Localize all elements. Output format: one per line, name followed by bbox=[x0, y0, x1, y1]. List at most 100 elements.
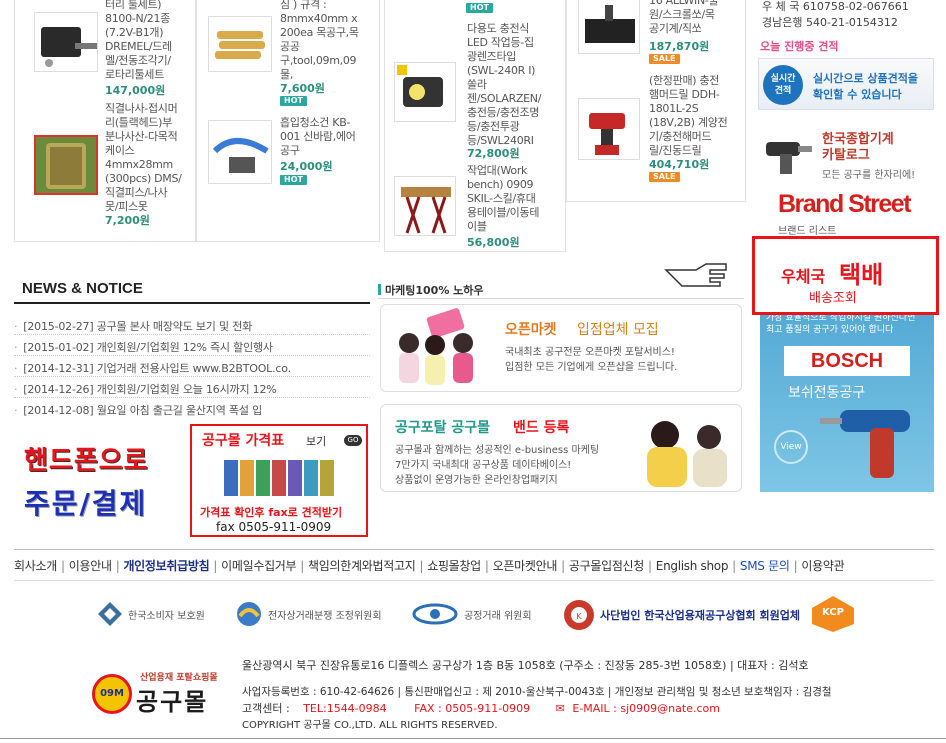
notice-item[interactable]: [2014-12-08] 월요일 아침 출근길 울산지역 폭설 입 bbox=[14, 402, 262, 418]
bosch-banner[interactable]: 가장 효율적으로 작업하시길 원하신다면 최고 품질의 공구가 있어야 합니다 … bbox=[760, 290, 934, 492]
product-image[interactable] bbox=[578, 0, 640, 54]
mobile-order-line2: 주문/결제 bbox=[24, 487, 148, 520]
notice-item[interactable]: [2015-01-02] 개인회원/기업회원 12% 즉시 할인행사 bbox=[14, 339, 273, 355]
cs-label: 고객센터 : bbox=[242, 702, 290, 715]
notice-item[interactable]: [2015-02-27] 공구몰 본사 매장약도 보기 및 전화 bbox=[14, 318, 252, 334]
product-name[interactable]: 16 ALLWIN-줄 원/스크롤쏘/목 공기계/직쏘 bbox=[649, 0, 719, 36]
footer-link-sms[interactable]: SMS 문의 bbox=[740, 557, 790, 574]
footer-link-english[interactable]: English shop bbox=[656, 559, 729, 573]
product-image[interactable] bbox=[34, 135, 98, 195]
bosch-tagline: 가장 효율적으로 작업하시길 원하신다면 최고 품질의 공구가 있어야 합니다 bbox=[766, 313, 916, 335]
footer-link-legal[interactable]: 책임의한계와법적고지 bbox=[308, 557, 416, 574]
footer-link-guide[interactable]: 이용안내 bbox=[69, 557, 112, 574]
org-association-label: 사단법인 한국산업용재공구상협회 회원업체 bbox=[600, 609, 800, 622]
parcel-subtitle: 배송조회 bbox=[809, 291, 857, 306]
product-name[interactable]: 작업대(Work bench) 0909 SKIL-스킬/휴대 용테이블/이동테… bbox=[467, 164, 539, 234]
marketing-title-text: 마케팅100% 노하우 bbox=[385, 284, 484, 297]
product-image[interactable] bbox=[208, 16, 272, 72]
notice-title-underline bbox=[14, 302, 370, 304]
product-image[interactable] bbox=[578, 98, 640, 160]
divider bbox=[14, 334, 370, 335]
openmarket-title-1: 오픈마켓 bbox=[505, 322, 557, 338]
sale-badge: SALE bbox=[649, 172, 680, 182]
company-logo[interactable]: 산업용재 포탈쇼핑몰 09M 공구몰 bbox=[92, 670, 232, 716]
product-name[interactable]: 심 ) 규격 : 8mmx40mm x 200ea 목공구,목 공공 구,too… bbox=[280, 0, 359, 82]
company-tel[interactable]: TEL:1544-0984 bbox=[303, 702, 386, 715]
separator: | bbox=[484, 559, 489, 573]
product-price: 72,800원 bbox=[467, 147, 520, 160]
footer-link-privacy[interactable]: 개인정보취급방침 bbox=[123, 557, 209, 574]
openmarket-banner[interactable]: 오픈마켓 입점업체 모집 국내최초 공구전문 오픈마켓 포탈서비스! 입점한 모… bbox=[380, 304, 742, 392]
org-kcp-label: KCP bbox=[822, 607, 844, 618]
price-list-title-suffix: 보기 bbox=[306, 435, 327, 448]
separator: | bbox=[115, 559, 120, 573]
mobile-order-line1: 핸드폰으로 bbox=[24, 446, 149, 476]
notice-item[interactable]: [2014-12-31] 기업거래 전용사입트 www.B2BTOOL.co. bbox=[14, 360, 291, 376]
brand-street-title: Brand Street bbox=[778, 190, 912, 218]
mobile-order-banner[interactable]: 핸드폰으로 주문/결제 bbox=[20, 440, 184, 528]
divider bbox=[14, 376, 370, 377]
bank-account-1: 우 체 국 610758-02-067661 bbox=[762, 0, 909, 13]
footer-link-email-reject[interactable]: 이메일수집거부 bbox=[221, 557, 296, 574]
org-association[interactable]: K 사단법인 한국산업용재공구상협회 회원업체 bbox=[562, 598, 800, 632]
separator: | bbox=[561, 559, 565, 573]
org-ftc[interactable]: 공정거래 위원회 bbox=[412, 600, 532, 628]
band-banner[interactable]: 공구포탈 공구몰 밴드 등록 공구몰과 함께하는 성공적인 e-business… bbox=[380, 404, 742, 492]
product-image[interactable] bbox=[394, 62, 456, 122]
footer-link-startup[interactable]: 쇼핑몰창업 bbox=[427, 557, 481, 574]
product-price: 187,870원 bbox=[649, 40, 710, 53]
org-consumer[interactable]: 한국소비자 보호원 bbox=[96, 600, 205, 628]
notice-title: NEWS & NOTICE bbox=[22, 280, 143, 297]
brand-street-banner[interactable]: Brand Street 브랜드 리스트 bbox=[758, 190, 934, 237]
realtime-quote-text: 실시간으로 상품견적을 확인할 수 있습니다 bbox=[813, 72, 919, 101]
hot-badge: HOT bbox=[466, 3, 493, 13]
price-list-title: 공구몰 가격표 bbox=[202, 433, 285, 449]
product-name[interactable]: (한정판매) 충전 햄머드릴 DDH- 1801L-2S (18V,2B) 계양… bbox=[649, 74, 728, 158]
footer-link-about[interactable]: 회사소개 bbox=[14, 557, 57, 574]
company-contact: 고객센터 : TEL:1544-0984 FAX : 0505-911-0909… bbox=[242, 700, 720, 716]
product-name[interactable]: 다용도 충전식 LED 작업등-집 광렌즈타입 (SWL-240R I) 쏠라 … bbox=[467, 22, 541, 148]
product-price: 24,000원 bbox=[280, 160, 333, 173]
copyright: COPYRIGHT 공구몰 CO.,LTD. ALL RIGHTS RESERV… bbox=[242, 720, 498, 731]
catalog-banner[interactable]: 한국종합기계 카탈로그 모든 공구를 한자리에! bbox=[758, 126, 934, 182]
marketing-divider bbox=[378, 298, 744, 299]
people-photo-icon bbox=[399, 308, 473, 385]
org-kcp[interactable]: KCP bbox=[808, 594, 858, 634]
notice-item[interactable]: [2014-12-26] 개인회원/기업회원 오늘 16시까지 12% bbox=[14, 381, 276, 397]
company-email[interactable]: E-MAIL : sj0909@nate.com bbox=[572, 702, 720, 715]
product-image[interactable] bbox=[208, 120, 272, 184]
product-image[interactable] bbox=[34, 12, 98, 72]
parcel-title-2: 택배 bbox=[839, 261, 884, 289]
footer-top-line bbox=[14, 549, 934, 550]
price-list-banner[interactable]: 공구몰 가격표 보기 GO 가격표 확인후 fax로 견적받기 fax 0505… bbox=[190, 424, 368, 537]
separator: | bbox=[60, 559, 65, 573]
product-name[interactable]: 흡입청소건 KB- 001 신바람,에어 공구 bbox=[280, 116, 356, 158]
marketing-title-bar bbox=[378, 284, 381, 295]
parcel-tracking-banner[interactable]: 우체국 택배 배송조회 bbox=[752, 236, 939, 315]
separator: | bbox=[213, 559, 218, 573]
mail-icon: ✉ bbox=[555, 702, 565, 715]
org-dispute[interactable]: 전자상거래분쟁 조정위원회 bbox=[234, 600, 382, 628]
price-catalog-books-icon bbox=[224, 460, 334, 496]
go-button[interactable]: GO bbox=[344, 435, 362, 446]
separator: | bbox=[300, 559, 305, 573]
company-logo-badge: 09M bbox=[92, 674, 132, 714]
marketing-title: 마케팅100% 노하우 bbox=[378, 282, 484, 298]
footer-link-terms[interactable]: 이용약관 bbox=[801, 557, 844, 574]
org-dispute-label: 전자상거래분쟁 조정위원회 bbox=[268, 610, 382, 622]
company-biz-info: 사업자등록번호 : 610-42-64626 | 통신판매업신고 : 제 201… bbox=[242, 686, 832, 698]
parcel-title-1: 우체국 bbox=[781, 267, 826, 286]
product-image[interactable] bbox=[394, 176, 456, 236]
ftc-icon bbox=[412, 603, 458, 625]
bosch-view-button[interactable]: View bbox=[774, 430, 808, 464]
realtime-quote-banner[interactable]: 실시간 견적 실시간으로 상품견적을 확인할 수 있습니다 bbox=[758, 58, 934, 110]
bank-account-2: 경남은행 540-21-0154312 bbox=[762, 16, 898, 29]
footer-link-openmarket[interactable]: 오픈마켓안내 bbox=[493, 557, 558, 574]
product-name[interactable]: 터리 툴세트) 8100-N/21종 (7.2V-B1개) DREMEL/드레 … bbox=[105, 0, 172, 82]
footer-link-apply[interactable]: 공구몰입점신청 bbox=[569, 557, 644, 574]
today-quote-title[interactable]: 오늘 진행중 견적 bbox=[760, 38, 839, 54]
catalog-title: 한국종합기계 카탈로그 bbox=[822, 132, 894, 163]
product-name[interactable]: 직결나사-접시머 리(틀랙헤드)부 분나사산-다목적 케이스 4mmx28mm … bbox=[105, 102, 182, 214]
footer-links: 회사소개 | 이용안내 | 개인정보취급방침 | 이메일수집거부 | 책임의한계와법적고지 | 쇼핑… bbox=[14, 557, 845, 574]
openmarket-title-2: 입점업체 모집 bbox=[577, 322, 659, 338]
